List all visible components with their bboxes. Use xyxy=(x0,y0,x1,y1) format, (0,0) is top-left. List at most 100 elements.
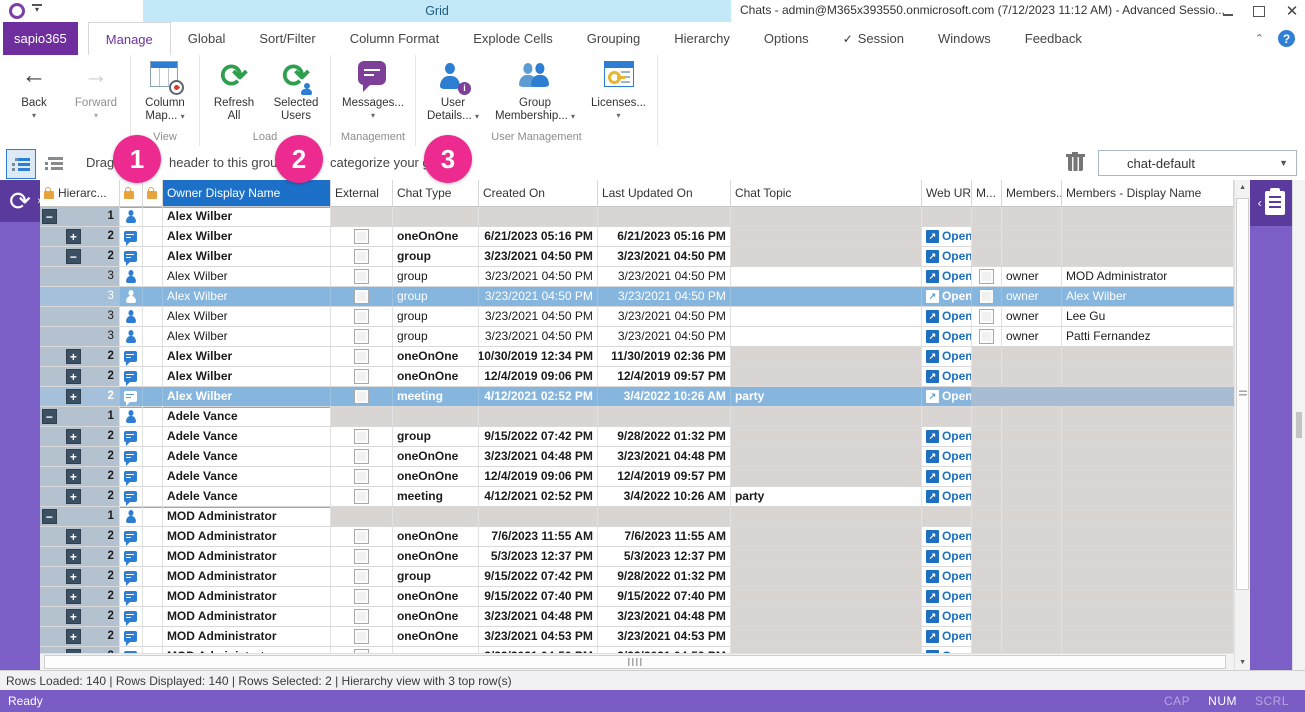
external-cell[interactable] xyxy=(331,607,393,626)
table-row[interactable]: +2Adele VanceoneOnOne3/23/2021 04:48 PM3… xyxy=(40,447,1234,467)
expand-button[interactable]: + xyxy=(66,629,81,644)
column-header-chat-topic[interactable]: Chat Topic xyxy=(731,180,922,206)
checkbox[interactable] xyxy=(354,529,369,544)
forward-button[interactable]: →Forward▾ xyxy=(65,55,127,120)
open-link[interactable]: ↗Open xyxy=(926,389,972,403)
table-row[interactable]: +2Adele VanceoneOnOne12/4/2019 09:06 PM1… xyxy=(40,467,1234,487)
collapse-button[interactable]: − xyxy=(66,249,81,264)
tab-hierarchy[interactable]: Hierarchy xyxy=(657,22,747,55)
tab-column-format[interactable]: Column Format xyxy=(333,22,457,55)
member-flag-cell[interactable] xyxy=(972,287,1002,306)
table-row[interactable]: 3Alex Wilbergroup3/23/2021 04:50 PM3/23/… xyxy=(40,307,1234,327)
open-link[interactable]: ↗Open xyxy=(926,549,972,563)
open-link[interactable]: ↗Open xyxy=(926,349,972,363)
table-row[interactable]: +2Adele Vancemeeting4/12/2021 02:52 PM3/… xyxy=(40,487,1234,507)
column-header-lock-2[interactable] xyxy=(143,180,163,206)
expand-button[interactable]: + xyxy=(66,229,81,244)
open-link[interactable]: ↗Open xyxy=(926,369,972,383)
collapse-button[interactable]: − xyxy=(42,209,57,224)
checkbox[interactable] xyxy=(354,629,369,644)
horizontal-scrollbar[interactable] xyxy=(40,653,1234,670)
column-header-lock-1[interactable] xyxy=(120,180,143,206)
table-row[interactable]: −1Alex Wilber xyxy=(40,207,1234,227)
back-button[interactable]: ←Back▾ xyxy=(3,55,65,120)
table-row[interactable]: −1Adele Vance xyxy=(40,407,1234,427)
open-link[interactable]: ↗Open xyxy=(926,429,972,443)
open-link[interactable]: ↗Open xyxy=(926,269,972,283)
checkbox[interactable] xyxy=(354,449,369,464)
column-header-web-url[interactable]: Web URL xyxy=(922,180,972,206)
column-header-members[interactable]: Members... xyxy=(1002,180,1062,206)
table-row[interactable]: +2MOD AdministratoroneOnOne9/15/2022 07:… xyxy=(40,587,1234,607)
tab-options[interactable]: Options xyxy=(747,22,826,55)
checkbox[interactable] xyxy=(354,309,369,324)
messages-button[interactable]: Messages...▾ xyxy=(334,55,412,120)
collapse-ribbon-icon[interactable]: ⌃ xyxy=(1255,32,1264,45)
refresh-all-button[interactable]: ⟳RefreshAll xyxy=(203,55,265,123)
open-link[interactable]: ↗Open xyxy=(926,609,972,623)
table-row[interactable]: −1MOD Administrator xyxy=(40,507,1234,527)
member-flag-cell[interactable] xyxy=(972,307,1002,326)
close-button[interactable]: ✕ xyxy=(1285,4,1299,19)
details-panel-button[interactable]: ‹ xyxy=(1250,180,1292,226)
column-header-members-display-name[interactable]: Members - Display Name xyxy=(1062,180,1234,206)
table-row[interactable]: 3Alex Wilbergroup3/23/2021 04:50 PM3/23/… xyxy=(40,287,1234,307)
tab-sort-filter[interactable]: Sort/Filter xyxy=(242,22,332,55)
expand-button[interactable]: + xyxy=(66,429,81,444)
open-link[interactable]: ↗Open xyxy=(926,629,972,643)
open-link[interactable]: ↗Open xyxy=(926,469,972,483)
table-row[interactable]: +2MOD AdministratoroneOnOne3/23/2021 04:… xyxy=(40,627,1234,647)
expand-button[interactable]: + xyxy=(66,389,81,404)
expand-button[interactable]: + xyxy=(66,589,81,604)
open-link[interactable]: ↗Open xyxy=(926,249,972,263)
table-row[interactable]: +2Alex WilberoneOnOne6/21/2023 05:16 PM6… xyxy=(40,227,1234,247)
vertical-scrollbar-thumb[interactable] xyxy=(1236,198,1249,590)
minimize-button[interactable] xyxy=(1223,6,1233,16)
external-cell[interactable] xyxy=(331,527,393,546)
help-icon[interactable]: ? xyxy=(1278,30,1295,47)
open-link[interactable]: ↗Open xyxy=(926,489,972,503)
delete-preset-button[interactable] xyxy=(1067,153,1084,171)
scroll-up-icon[interactable]: ▲ xyxy=(1235,184,1250,191)
column-header-chat-type[interactable]: Chat Type xyxy=(393,180,479,206)
expand-button[interactable]: + xyxy=(66,569,81,584)
tab-global[interactable]: Global xyxy=(171,22,243,55)
table-row[interactable]: −2Alex Wilbergroup3/23/2021 04:50 PM3/23… xyxy=(40,247,1234,267)
open-link[interactable]: ↗Open xyxy=(926,289,972,303)
external-cell[interactable] xyxy=(331,227,393,246)
tab-sapio365[interactable]: sapio365 xyxy=(3,22,78,55)
expand-button[interactable]: + xyxy=(66,449,81,464)
checkbox[interactable] xyxy=(979,329,994,344)
external-cell[interactable] xyxy=(331,347,393,366)
tab-session[interactable]: ✓Session xyxy=(826,22,921,55)
checkbox[interactable] xyxy=(354,229,369,244)
column-header-last-updated-on[interactable]: Last Updated On xyxy=(598,180,731,206)
external-cell[interactable] xyxy=(331,367,393,386)
expand-button[interactable]: + xyxy=(66,609,81,624)
panel-scrollbar-thumb[interactable] xyxy=(1296,412,1302,438)
checkbox[interactable] xyxy=(354,609,369,624)
checkbox[interactable] xyxy=(354,349,369,364)
external-cell[interactable] xyxy=(331,547,393,566)
collapse-button[interactable]: − xyxy=(42,509,57,524)
horizontal-scrollbar-thumb[interactable] xyxy=(44,655,1226,669)
checkbox[interactable] xyxy=(354,429,369,444)
tab-feedback[interactable]: Feedback xyxy=(1008,22,1099,55)
table-row[interactable]: +2Adele Vancegroup9/15/2022 07:42 PM9/28… xyxy=(40,427,1234,447)
table-row[interactable]: +2Alex WilberoneOnOne12/4/2019 09:06 PM1… xyxy=(40,367,1234,387)
maximize-button[interactable] xyxy=(1253,6,1265,17)
open-link[interactable]: ↗Open xyxy=(926,589,972,603)
column-header-m[interactable]: M... xyxy=(972,180,1002,206)
column-header-owner-display-name[interactable]: Owner Display Name xyxy=(163,180,331,206)
panel-scrollbar[interactable] xyxy=(1292,180,1305,670)
external-cell[interactable] xyxy=(331,247,393,266)
checkbox[interactable] xyxy=(354,329,369,344)
open-link[interactable]: ↗Open xyxy=(926,309,972,323)
column-header-hierarc[interactable]: Hierarc... xyxy=(40,180,120,206)
tab-manage[interactable]: Manage xyxy=(88,22,171,55)
view-preset-dropdown[interactable]: chat-default ▼ xyxy=(1098,150,1297,176)
expand-button[interactable]: + xyxy=(66,369,81,384)
external-cell[interactable] xyxy=(331,387,393,406)
external-cell[interactable] xyxy=(331,287,393,306)
table-row[interactable]: 3Alex Wilbergroup3/23/2021 04:50 PM3/23/… xyxy=(40,327,1234,347)
